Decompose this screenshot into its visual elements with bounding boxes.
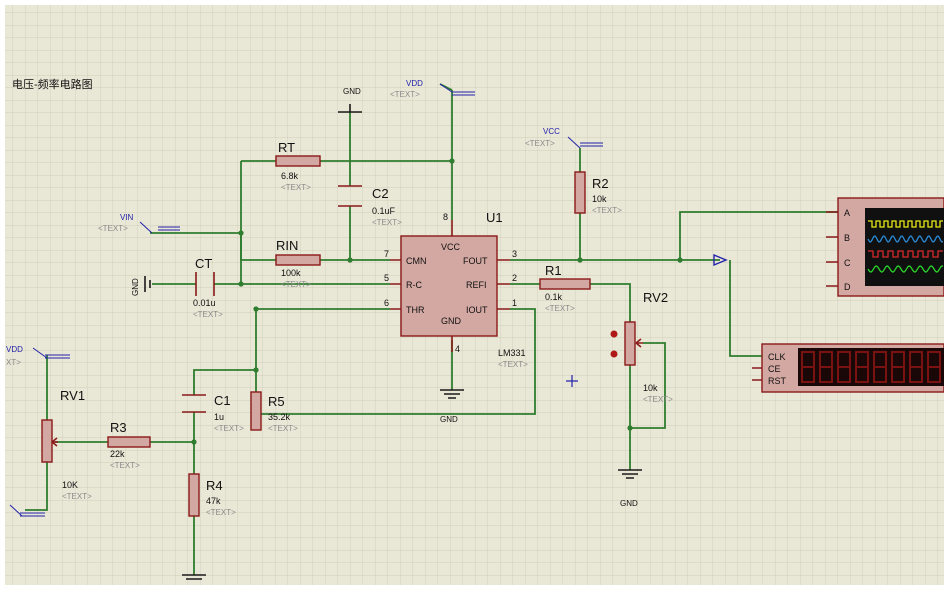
svg-text:<TEXT>: <TEXT> bbox=[98, 224, 128, 233]
svg-text:LM331: LM331 bbox=[498, 348, 526, 358]
svg-text:<TEXT>: <TEXT> bbox=[545, 304, 575, 313]
svg-text:3: 3 bbox=[512, 249, 517, 259]
svg-text:<TEXT>: <TEXT> bbox=[268, 424, 298, 433]
svg-text:<TEXT>: <TEXT> bbox=[214, 424, 244, 433]
scope-screen bbox=[865, 208, 944, 286]
svg-text:<TEXT>: <TEXT> bbox=[206, 508, 236, 517]
svg-text:7: 7 bbox=[384, 249, 389, 259]
svg-text:CMN: CMN bbox=[406, 256, 427, 266]
svg-text:<TEXT>: <TEXT> bbox=[372, 218, 402, 227]
svg-text:22k: 22k bbox=[110, 449, 125, 459]
svg-text:<TEXT>: <TEXT> bbox=[643, 395, 673, 404]
svg-text:1: 1 bbox=[512, 298, 517, 308]
svg-text:GND: GND bbox=[620, 499, 638, 508]
svg-text:8: 8 bbox=[443, 212, 448, 222]
svg-text:<TEXT>: <TEXT> bbox=[62, 492, 92, 501]
svg-text:RST: RST bbox=[768, 376, 787, 386]
svg-text:RT: RT bbox=[278, 140, 295, 155]
svg-text:10k: 10k bbox=[592, 194, 607, 204]
svg-text:R5: R5 bbox=[268, 394, 285, 409]
svg-text:A: A bbox=[844, 208, 850, 218]
svg-text:GND: GND bbox=[440, 415, 458, 424]
svg-text:<TEXT>: <TEXT> bbox=[281, 280, 311, 289]
u1-ref: U1 bbox=[486, 210, 503, 225]
schematic-canvas: 电压-频率电路图 GND VDD <TEXT> VCC <TEXT> VIN <… bbox=[5, 5, 944, 585]
svg-text:<TEXT>: <TEXT> bbox=[281, 183, 311, 192]
svg-text:RV1: RV1 bbox=[60, 388, 85, 403]
svg-text:VDD: VDD bbox=[6, 345, 23, 354]
svg-text:R4: R4 bbox=[206, 478, 223, 493]
svg-text:<TEXT>: <TEXT> bbox=[193, 310, 223, 319]
svg-text:C: C bbox=[844, 258, 851, 268]
svg-text:6: 6 bbox=[384, 298, 389, 308]
svg-text:D: D bbox=[844, 282, 851, 292]
svg-text:VCC: VCC bbox=[441, 242, 461, 252]
svg-text:VIN: VIN bbox=[120, 213, 134, 222]
svg-text:VDD: VDD bbox=[406, 79, 423, 88]
svg-text:C2: C2 bbox=[372, 186, 389, 201]
svg-text:6.8k: 6.8k bbox=[281, 171, 299, 181]
svg-text:1u: 1u bbox=[214, 412, 224, 422]
svg-text:<TEXT>: <TEXT> bbox=[110, 461, 140, 470]
svg-text:0.1uF: 0.1uF bbox=[372, 206, 396, 216]
svg-text:CT: CT bbox=[195, 256, 212, 271]
svg-text:IOUT: IOUT bbox=[466, 305, 488, 315]
svg-text:<TEXT>: <TEXT> bbox=[390, 90, 420, 99]
svg-text:GND: GND bbox=[441, 316, 462, 326]
svg-text:R2: R2 bbox=[592, 176, 609, 191]
svg-text:100k: 100k bbox=[281, 268, 301, 278]
svg-text:REFI: REFI bbox=[466, 280, 487, 290]
svg-text:R3: R3 bbox=[110, 420, 127, 435]
sheet-title: 电压-频率电路图 bbox=[12, 77, 93, 91]
svg-text:CLK: CLK bbox=[768, 352, 786, 362]
svg-text:GND: GND bbox=[131, 278, 140, 296]
counter-timer[interactable]: CLK CE RST bbox=[752, 343, 944, 393]
svg-text:35.2k: 35.2k bbox=[268, 412, 291, 422]
svg-text:5: 5 bbox=[384, 273, 389, 283]
svg-text:4: 4 bbox=[455, 344, 460, 354]
svg-text:B: B bbox=[844, 233, 850, 243]
svg-text:R-C: R-C bbox=[406, 280, 422, 290]
svg-text:R1: R1 bbox=[545, 263, 562, 278]
svg-text:CE: CE bbox=[768, 364, 781, 374]
svg-text:<TEXT>: <TEXT> bbox=[525, 139, 555, 148]
svg-text:FOUT: FOUT bbox=[463, 256, 488, 266]
svg-text:<TEXT>: <TEXT> bbox=[592, 206, 622, 215]
svg-text:VCC: VCC bbox=[543, 127, 560, 136]
svg-text:RIN: RIN bbox=[276, 238, 298, 253]
svg-text:47k: 47k bbox=[206, 496, 221, 506]
svg-text:10K: 10K bbox=[62, 480, 78, 490]
svg-text:XT>: XT> bbox=[6, 358, 21, 367]
svg-text:2: 2 bbox=[512, 273, 517, 283]
svg-text:GND: GND bbox=[343, 87, 361, 96]
svg-text:10k: 10k bbox=[643, 383, 658, 393]
svg-text:C1: C1 bbox=[214, 393, 231, 408]
oscilloscope[interactable]: A B C D bbox=[826, 197, 944, 297]
svg-text:THR: THR bbox=[406, 305, 425, 315]
svg-text:0.01u: 0.01u bbox=[193, 298, 216, 308]
svg-text:<TEXT>: <TEXT> bbox=[498, 360, 528, 369]
svg-text:0.1k: 0.1k bbox=[545, 292, 563, 302]
svg-text:RV2: RV2 bbox=[643, 290, 668, 305]
